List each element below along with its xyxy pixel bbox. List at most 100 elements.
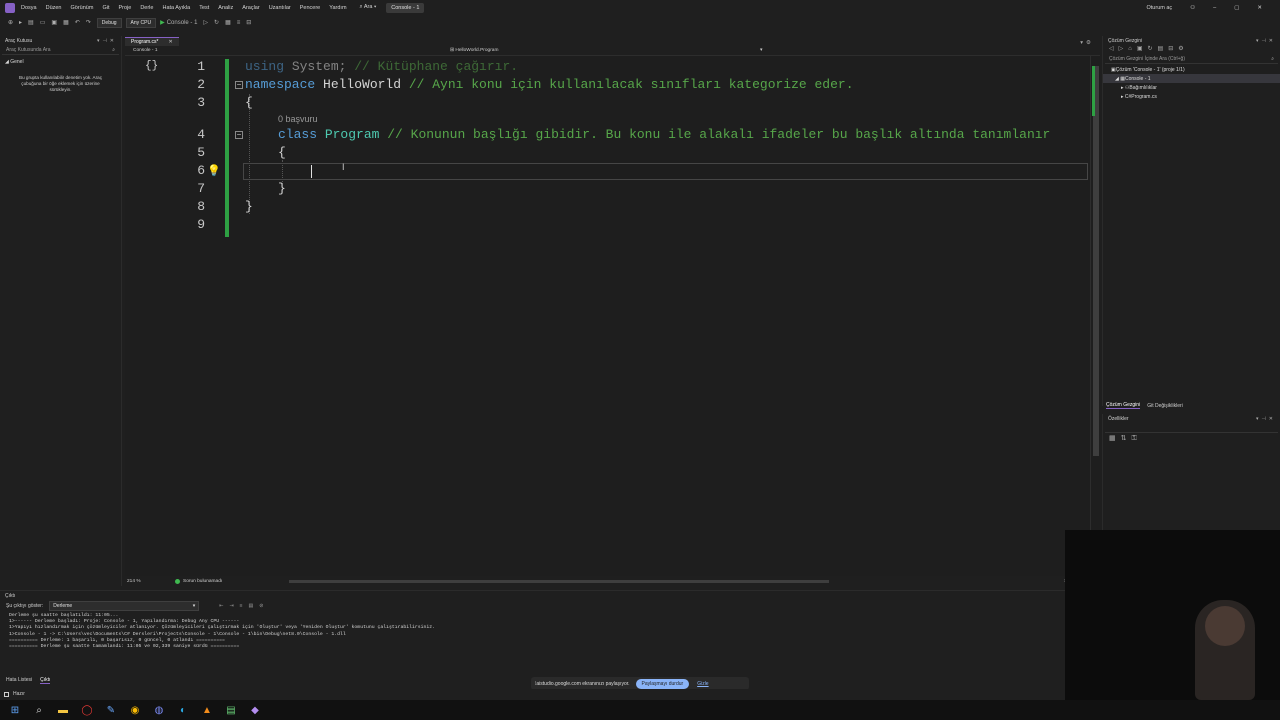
navigate-back-icon[interactable]: ⊕ — [8, 19, 13, 26]
redo-icon[interactable]: ↷ — [86, 19, 91, 26]
panel-controls-icon[interactable]: ▾⊣✕ — [1256, 416, 1276, 422]
toolbox-search-input[interactable]: Araç Kutusunda Ara ⌕ — [2, 46, 119, 55]
tab-output[interactable]: Çıktı — [40, 677, 51, 684]
menu-git[interactable]: Git — [102, 5, 109, 11]
lightbulb-icon[interactable]: 💡 — [207, 164, 221, 177]
account-icon[interactable]: ⚇ — [1190, 5, 1195, 11]
output-line: ========== Derleme şu saatte tamamlandı:… — [9, 644, 240, 650]
line-number: 2 — [197, 77, 205, 92]
class-name: Program — [324, 127, 380, 142]
search-icon[interactable]: ⌕ — [32, 703, 46, 717]
notes-app-icon[interactable]: ▤ — [224, 703, 238, 717]
pen-app-icon[interactable]: ✎ — [104, 703, 118, 717]
braces-icon: {} — [145, 60, 159, 72]
tree-item-project[interactable]: ◢ ▦ Console - 1 — [1103, 74, 1280, 83]
close-tab-icon[interactable]: ✕ — [169, 39, 173, 45]
comment-icon[interactable]: ≡ — [237, 20, 241, 26]
properties-toolbar-icon[interactable]: ▦⇅⚿ — [1103, 434, 1280, 446]
panel-controls-icon[interactable]: ▾⊣✕ — [1256, 38, 1276, 44]
new-project-icon[interactable]: ▤ — [28, 19, 34, 26]
zoom-level[interactable]: 214 % — [125, 579, 175, 584]
close-window-icon[interactable]: ✕ — [1257, 5, 1262, 11]
tree-item-dependencies[interactable]: ▸ ⚇ Bağımlılıklar — [1103, 83, 1280, 92]
navigate-forward-icon[interactable]: ▸ — [19, 19, 22, 26]
menu-help[interactable]: Yardım — [329, 5, 346, 11]
start-debug-icon[interactable]: ▶ — [160, 19, 165, 26]
scrollbar-thumb[interactable] — [1093, 66, 1099, 456]
vlc-icon[interactable]: ▲ — [200, 703, 214, 717]
menu-debug[interactable]: Hata Ayıkla — [162, 5, 190, 11]
toolbox-title-bar: Araç Kutusu ▾⊣✕ — [0, 36, 121, 45]
tab-git-changes[interactable]: Git Değişiklikleri — [1147, 403, 1183, 409]
nav-class-dropdown[interactable]: ⊞ HelloWorld.Program — [430, 48, 750, 53]
menu-project[interactable]: Proje — [118, 5, 131, 11]
output-source-select[interactable]: Derleme ▾ — [49, 601, 200, 611]
menu-build[interactable]: Derle — [140, 5, 153, 11]
tab-error-list[interactable]: Hata Listesi — [6, 677, 32, 683]
editor-vertical-scrollbar[interactable] — [1090, 56, 1100, 576]
fold-toggle-icon[interactable]: − — [235, 131, 243, 139]
platform-select[interactable]: Any CPU — [125, 17, 157, 28]
toolbox-search-placeholder: Araç Kutusunda Ara — [6, 47, 51, 53]
stop-sharing-button[interactable]: Paylaşmayı durdur — [635, 678, 690, 689]
bottom-tab-strip: Hata Listesi Çıktı — [0, 676, 300, 684]
tree-item-solution[interactable]: ▣ Çözüm 'Console - 1' (proje 1/1) — [1103, 65, 1280, 74]
file-explorer-icon[interactable]: ▬ — [56, 703, 70, 717]
start-without-debug-icon[interactable]: ▷ — [203, 19, 208, 26]
fold-toggle-icon[interactable]: − — [235, 81, 243, 89]
tree-item-program-cs[interactable]: ▸ C# Program.cs — [1103, 92, 1280, 101]
nav-class-label: HelloWorld.Program — [455, 48, 499, 53]
menu-test[interactable]: Test — [199, 5, 209, 11]
menu-extensions[interactable]: Uzantılar — [269, 5, 291, 11]
solution-tree: ▣ Çözüm 'Console - 1' (proje 1/1) ◢ ▦ Co… — [1103, 65, 1280, 101]
edge-icon[interactable]: ◐ — [176, 703, 190, 717]
solution-search-input[interactable]: Çözüm Gezgini İçinde Ara (Ctrl+ğ) ⌕ — [1105, 55, 1278, 64]
menu-file[interactable]: Dosya — [21, 5, 37, 11]
editor-horizontal-scrollbar[interactable] — [285, 579, 845, 584]
browse-icon[interactable]: ▦ — [225, 19, 231, 26]
nav-project-dropdown[interactable]: Console - 1 — [125, 48, 430, 53]
menu-tools[interactable]: Araçlar — [242, 5, 259, 11]
start-windows-icon[interactable]: ⊞ — [8, 703, 22, 717]
chrome-icon[interactable]: ◉ — [128, 703, 142, 717]
keyword-class: class — [278, 127, 318, 142]
solution-name-badge[interactable]: Console - 1 — [386, 2, 425, 13]
nav-member-dropdown[interactable]: ▾ — [750, 48, 1070, 53]
code-editor[interactable]: {} 1 2 3 4 5 6 7 8 9 − − using System; /… — [125, 56, 1090, 576]
save-all-icon[interactable]: ▦ — [63, 19, 69, 26]
code-text: HelloWorld — [315, 77, 409, 92]
tab-solution-explorer[interactable]: Çözüm Gezgini — [1106, 402, 1141, 409]
bookmark-icon[interactable]: ⊟ — [246, 19, 251, 26]
properties-object-select[interactable] — [1105, 424, 1278, 433]
menu-window[interactable]: Pencere — [300, 5, 321, 11]
maximize-icon[interactable]: ▢ — [1234, 5, 1239, 11]
windows-taskbar: ⊞ ⌕ ▬ ◯ ✎ ◉ ◍ ◐ ▲ ▤ ◆ — [0, 700, 1280, 720]
sign-in-link[interactable]: Oturum aç — [1147, 5, 1173, 11]
discord-like-app-icon[interactable]: ◍ — [152, 703, 166, 717]
visual-studio-taskbar-icon[interactable]: ◆ — [248, 703, 262, 717]
output-actions-icon[interactable]: ⇤⇥≡▤⊘ — [219, 603, 269, 609]
menu-view[interactable]: Görünüm — [71, 5, 94, 11]
output-line: 1>Console - 1 -> C:\Users\vec\Documents\… — [9, 631, 346, 637]
hot-reload-icon[interactable]: ↻ — [214, 19, 219, 26]
configuration-select[interactable]: Debug — [96, 17, 122, 28]
search-button[interactable]: ⌕ Ara ▾ — [360, 4, 377, 11]
tab-program-cs[interactable]: Program.cs* ✕ — [125, 37, 179, 46]
save-icon[interactable]: ▣ — [51, 19, 57, 26]
output-toolbar: Şu çıktıyı göster: Derleme ▾ ⇤⇥≡▤⊘ — [0, 600, 1065, 612]
codelens-references[interactable]: 0 başvuru — [278, 114, 318, 124]
issues-indicator[interactable]: Sorun bulunamadı — [175, 579, 265, 584]
scrollbar-thumb[interactable] — [289, 580, 829, 583]
opera-browser-icon[interactable]: ◯ — [80, 703, 94, 717]
start-target-button[interactable]: Console - 1 — [167, 20, 198, 26]
toolbox-group-general[interactable]: ◢ Genel — [0, 59, 121, 65]
menu-edit[interactable]: Düzen — [46, 5, 62, 11]
menu-analyze[interactable]: Analiz — [218, 5, 233, 11]
hide-share-bar-link[interactable]: Gizle — [697, 681, 708, 687]
open-file-icon[interactable]: ▭ — [40, 19, 46, 26]
solution-explorer-toolbar-icon[interactable]: ◁▷⌂▣↻▤⊟⚙ — [1103, 45, 1280, 54]
undo-icon[interactable]: ↶ — [75, 19, 80, 26]
minimize-icon[interactable]: – — [1213, 5, 1216, 11]
panel-controls-icon[interactable]: ▾⊣✕ — [97, 38, 117, 44]
output-line: ========== Derleme: 1 başarılı, 0 başarı… — [9, 637, 225, 643]
